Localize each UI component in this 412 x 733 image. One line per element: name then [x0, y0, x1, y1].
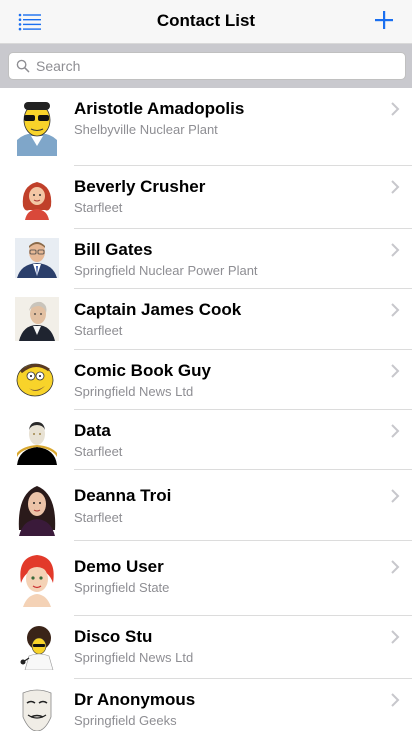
contact-name: Comic Book Guy: [74, 361, 211, 380]
contact-name: Bill Gates: [74, 240, 153, 259]
search-bar: [0, 44, 412, 88]
contact-company: Starfleet: [74, 200, 123, 215]
chevron-right-icon: [391, 364, 400, 378]
contact-company: Springfield News Ltd: [74, 650, 194, 665]
chevron-right-icon: [391, 630, 400, 644]
contact-row[interactable]: Aristotle Amadopolis Shelbyville Nuclear…: [0, 88, 412, 166]
contact-row[interactable]: Captain James Cook Starfleet: [0, 289, 412, 350]
contact-company: Starfleet: [74, 323, 123, 338]
contact-company: Shelbyville Nuclear Plant: [74, 122, 218, 137]
chevron-right-icon: [391, 560, 400, 574]
man-suit-glasses-avatar: [15, 238, 59, 278]
contact-row[interactable]: Beverly Crusher Starfleet: [0, 166, 412, 229]
contact-name: Deanna Troi: [74, 486, 172, 505]
chevron-right-icon: [391, 102, 400, 116]
3d-red-hair-woman-avatar: [15, 551, 59, 607]
contact-name: Captain James Cook: [74, 300, 242, 319]
chevron-right-icon: [391, 243, 400, 257]
contact-name: Disco Stu: [74, 627, 153, 646]
contact-name: Data: [74, 421, 111, 440]
contact-company: Springfield State: [74, 580, 170, 595]
contact-company: Starfleet: [74, 444, 123, 459]
plus-icon: [375, 11, 393, 29]
cartoon-afro-man-avatar: [15, 626, 59, 670]
contact-company: Springfield News Ltd: [74, 384, 194, 399]
chevron-right-icon: [391, 693, 400, 707]
contact-row[interactable]: Deanna Troi Starfleet: [0, 470, 412, 541]
contact-name: Beverly Crusher: [74, 177, 206, 196]
chevron-right-icon: [391, 489, 400, 503]
contact-name: Aristotle Amadopolis: [74, 99, 245, 118]
android-officer-avatar: [15, 419, 59, 465]
chevron-right-icon: [391, 180, 400, 194]
contact-row[interactable]: Comic Book Guy Springfield News Ltd: [0, 350, 412, 410]
red-hair-woman-avatar: [15, 176, 59, 220]
contact-company: Springfield Geeks: [74, 713, 177, 728]
navigation-bar: Contact List: [0, 0, 412, 44]
contact-company: Starfleet: [74, 510, 123, 525]
page-title: Contact List: [156, 11, 256, 30]
contact-company: Springfield Nuclear Power Plant: [74, 263, 258, 278]
search-field[interactable]: [8, 52, 406, 80]
contact-row[interactable]: Disco Stu Springfield News Ltd: [0, 616, 412, 679]
contact-row[interactable]: Demo User Springfield State: [0, 541, 412, 616]
contact-row[interactable]: Data Starfleet: [0, 410, 412, 470]
contact-list: Aristotle Amadopolis Shelbyville Nuclear…: [0, 88, 412, 733]
cartoon-bearded-man-avatar: [15, 358, 59, 402]
chevron-right-icon: [391, 303, 400, 317]
portrait-painting-avatar: [15, 297, 59, 341]
search-icon: [16, 59, 30, 73]
cartoon-man-sunglasses-avatar: [15, 96, 59, 156]
chevron-right-icon: [391, 424, 400, 438]
contact-row[interactable]: Dr Anonymous Springfield Geeks: [0, 679, 412, 733]
search-input[interactable]: [36, 56, 396, 76]
contact-row[interactable]: Bill Gates Springfield Nuclear Power Pla…: [0, 229, 412, 289]
dark-hair-woman-avatar: [15, 480, 59, 536]
add-contact-button[interactable]: [370, 6, 398, 34]
contact-name: Demo User: [74, 557, 164, 576]
contact-name: Dr Anonymous: [74, 690, 196, 709]
guy-fawkes-mask-avatar: [15, 687, 59, 731]
